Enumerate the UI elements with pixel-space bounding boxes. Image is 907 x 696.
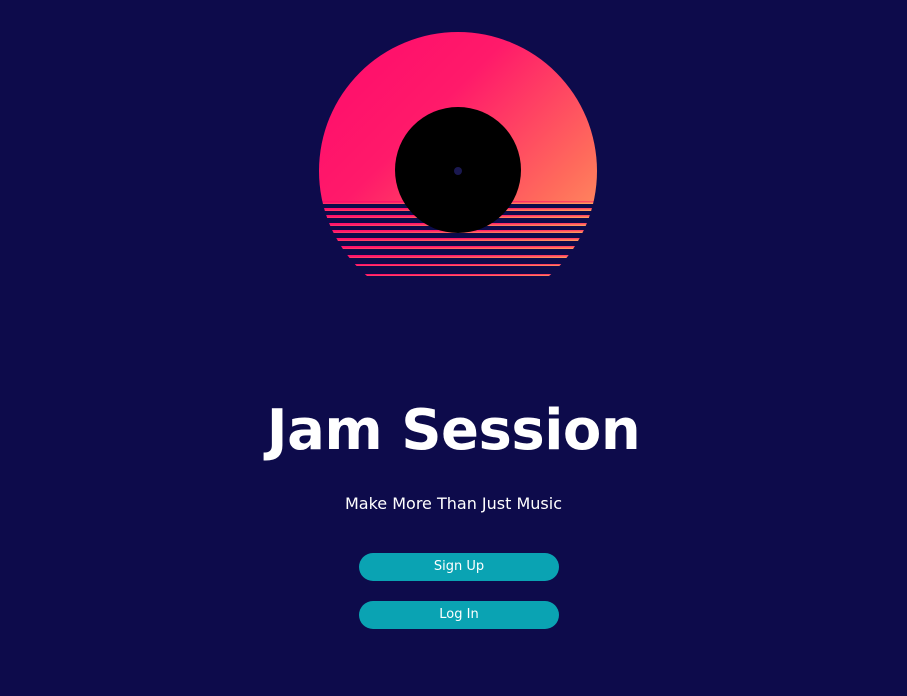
- sign-up-button[interactable]: Sign Up: [359, 553, 559, 581]
- app-title: Jam Session: [266, 398, 641, 463]
- tagline: Make More Than Just Music: [344, 494, 562, 513]
- log-in-button[interactable]: Log In: [359, 601, 559, 629]
- vinyl-sunset-logo-icon: [318, 31, 598, 281]
